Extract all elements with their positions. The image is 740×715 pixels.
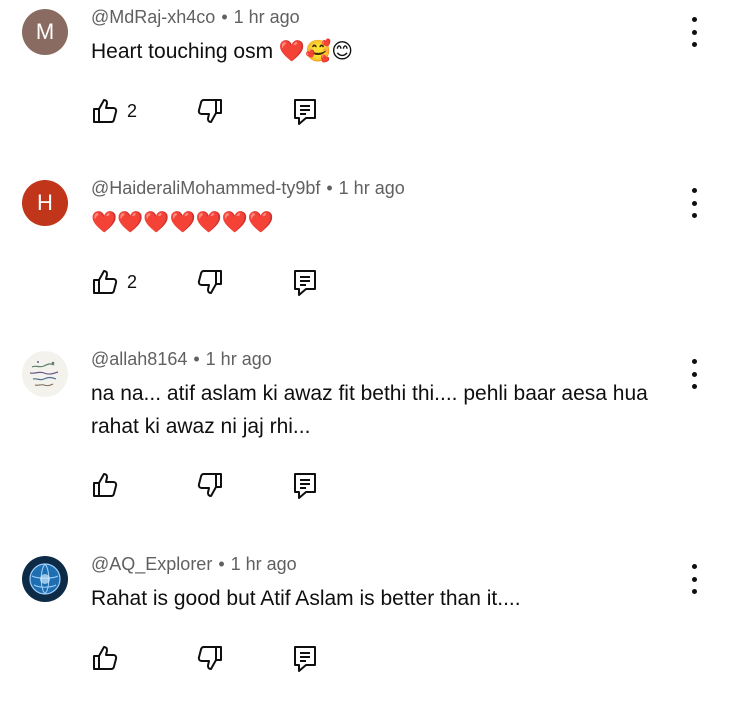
thumbs-up-icon — [93, 646, 118, 670]
thumbs-down-icon — [197, 270, 222, 294]
reply-button[interactable] — [291, 471, 319, 501]
like-button[interactable]: 2 — [91, 97, 137, 125]
avatar[interactable] — [22, 351, 68, 397]
reply-comment-icon — [294, 473, 316, 499]
thumbs-down-icon — [197, 646, 222, 670]
reply-button[interactable] — [291, 97, 319, 127]
more-vertical-icon[interactable] — [684, 17, 704, 47]
like-button[interactable]: 2 — [91, 268, 137, 296]
comment-text: Heart touching osm ❤️🥰😊 — [91, 40, 354, 63]
comment-author[interactable]: @MdRaj-xh4co — [91, 7, 215, 27]
dislike-button[interactable] — [196, 97, 224, 125]
like-count: 2 — [127, 271, 138, 292]
avatar[interactable] — [22, 556, 68, 602]
more-vertical-icon[interactable] — [684, 564, 704, 594]
comment-header: @allah8164 • 1 hr ago — [91, 349, 272, 370]
thumbs-up-icon — [93, 270, 118, 294]
comment-time[interactable]: 1 hr ago — [339, 178, 405, 198]
separator: • — [193, 349, 200, 369]
comment-text: ❤️❤️❤️❤️❤️❤️❤️ — [91, 211, 275, 234]
reply-button[interactable] — [291, 268, 319, 298]
reply-button[interactable] — [291, 644, 319, 674]
reply-comment-icon — [294, 646, 316, 672]
thumbs-down-icon — [197, 473, 222, 497]
like-count: 2 — [127, 100, 138, 121]
comment-actions — [91, 644, 331, 674]
comment-text: na na... atif aslam ki awaz fit bethi th… — [91, 382, 648, 438]
reply-comment-icon — [294, 99, 316, 125]
dislike-button[interactable] — [196, 471, 224, 499]
thumbs-up-icon — [93, 473, 118, 497]
comment-text: Rahat is good but Atif Aslam is better t… — [91, 587, 521, 610]
like-button[interactable] — [91, 471, 127, 499]
like-button[interactable] — [91, 644, 127, 672]
more-vertical-icon[interactable] — [684, 188, 704, 218]
avatar-letter: H — [37, 190, 53, 215]
more-vertical-icon[interactable] — [684, 359, 704, 389]
thumbs-down-icon — [197, 99, 222, 123]
comment-actions: 2 — [91, 268, 331, 298]
comment-author[interactable]: @AQ_Explorer — [91, 554, 212, 574]
separator: • — [218, 554, 225, 574]
comment-header: @MdRaj-xh4co • 1 hr ago — [91, 7, 300, 28]
calligraphy-avatar-image — [29, 361, 59, 387]
globe-avatar-image — [29, 563, 61, 595]
comment-actions — [91, 471, 331, 501]
comment-time[interactable]: 1 hr ago — [231, 554, 297, 574]
separator: • — [326, 178, 333, 198]
dislike-button[interactable] — [196, 644, 224, 672]
comment-author[interactable]: @HaideraliMohammed-ty9bf — [91, 178, 320, 198]
thumbs-up-icon — [93, 99, 118, 123]
dislike-button[interactable] — [196, 268, 224, 296]
comment-actions: 2 — [91, 97, 331, 127]
avatar[interactable]: M — [22, 9, 68, 55]
comment-header: @AQ_Explorer • 1 hr ago — [91, 554, 297, 575]
comment-author[interactable]: @allah8164 — [91, 349, 187, 369]
comment-time[interactable]: 1 hr ago — [206, 349, 272, 369]
comment-time[interactable]: 1 hr ago — [234, 7, 300, 27]
comment-header: @HaideraliMohammed-ty9bf • 1 hr ago — [91, 178, 405, 199]
reply-comment-icon — [294, 270, 316, 296]
avatar-letter: M — [35, 19, 55, 44]
avatar[interactable]: H — [22, 180, 68, 226]
separator: • — [221, 7, 228, 27]
